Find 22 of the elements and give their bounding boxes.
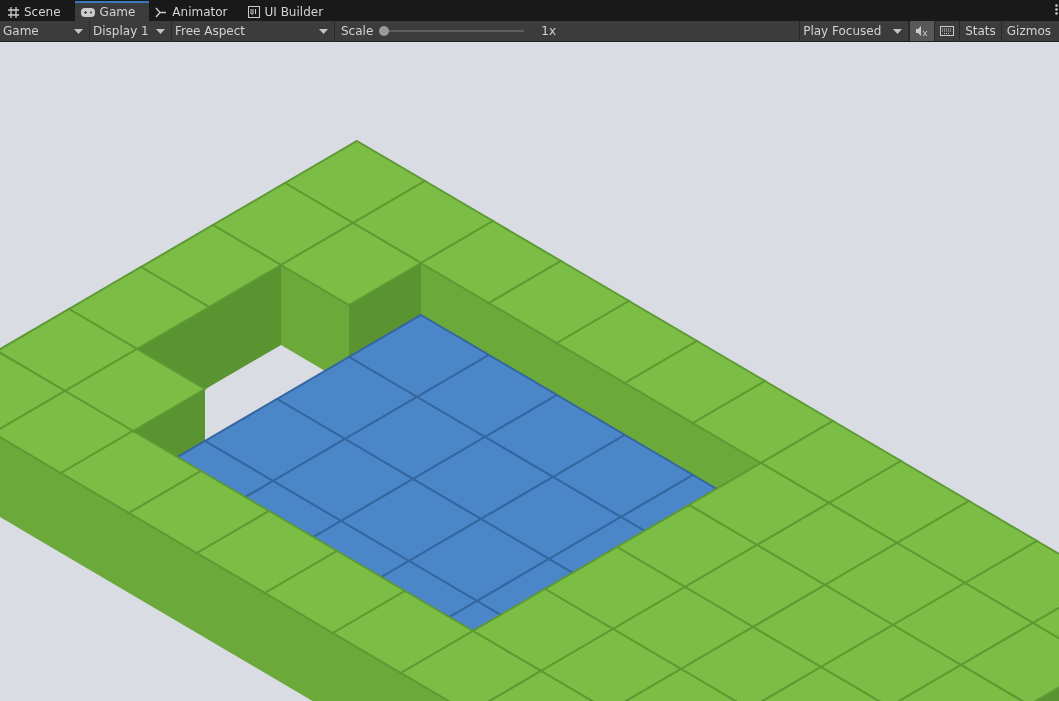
keyboard-icon xyxy=(940,26,955,36)
more-icon[interactable] xyxy=(1055,4,1058,15)
tab[interactable]: Scene xyxy=(2,1,75,21)
tab[interactable]: UI Builder xyxy=(241,1,338,21)
display-dropdown[interactable]: Display 1 xyxy=(90,21,172,41)
caret-icon xyxy=(893,28,903,34)
gamepad-icon xyxy=(80,7,95,17)
view-dropdown[interactable]: Game xyxy=(0,21,90,41)
caret-icon xyxy=(156,28,165,34)
scale-label: Scale xyxy=(341,24,374,38)
scale-value: 1x xyxy=(541,24,557,38)
tab[interactable]: Animator xyxy=(149,1,242,21)
caret-icon xyxy=(319,28,328,34)
ui-icon xyxy=(247,6,260,18)
aspect-dropdown[interactable]: Free Aspect xyxy=(172,21,335,41)
mute-audio-button[interactable] xyxy=(909,21,935,41)
mute-icon xyxy=(915,25,930,37)
grid-icon xyxy=(8,6,19,18)
branch-icon xyxy=(155,6,168,18)
slider-thumb[interactable] xyxy=(379,26,390,36)
tab[interactable]: Game xyxy=(74,1,150,21)
caret-icon xyxy=(74,28,83,34)
